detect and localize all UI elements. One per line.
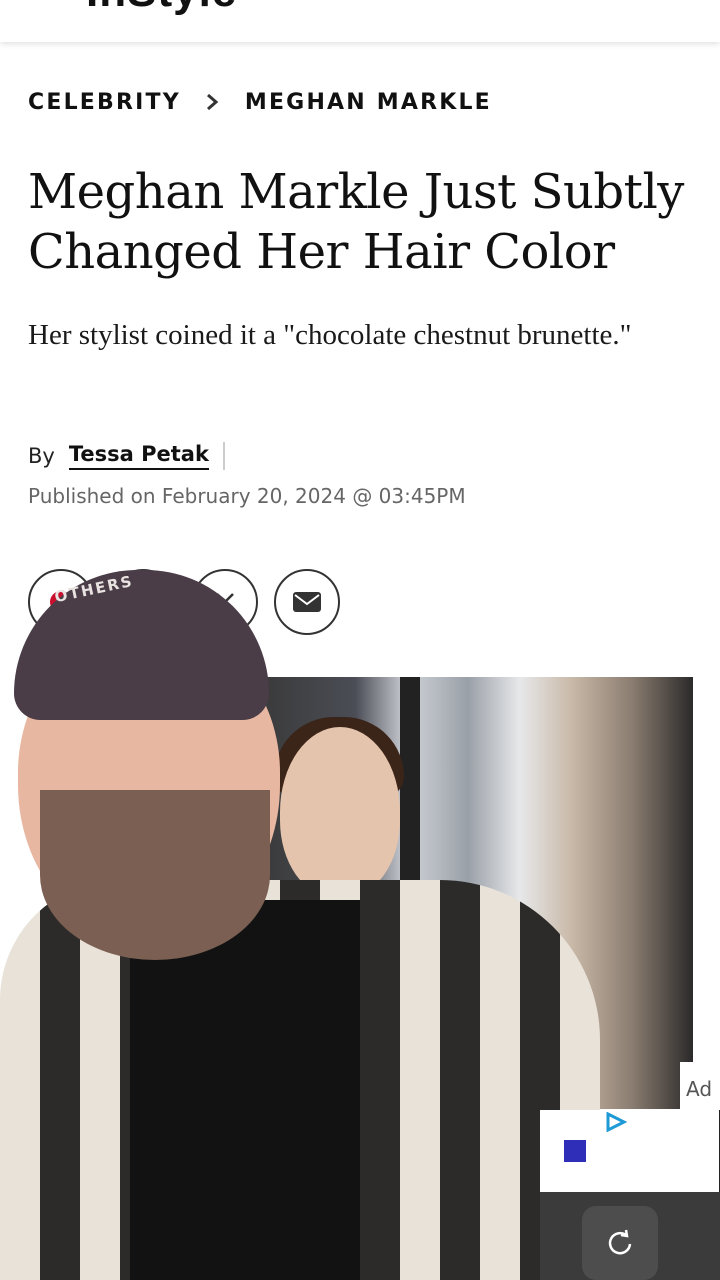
creator-video-overlay: OTHERS [0, 570, 600, 1280]
creator-beard [40, 790, 270, 960]
refresh-icon [608, 1229, 632, 1255]
author-link[interactable]: Tessa Petak [68, 442, 209, 470]
adchoices-icon[interactable] [604, 1112, 628, 1132]
baseball-cap: OTHERS [14, 570, 269, 720]
ad-banner[interactable] [540, 1110, 720, 1192]
site-header: InStyle [0, 0, 720, 42]
breadcrumb: CELEBRITY MEGHAN MARKLE [28, 88, 492, 116]
chevron-right-icon [206, 93, 219, 111]
byline-divider [222, 442, 225, 470]
published-date: Published on February 20, 2024 @ 03:45PM [28, 484, 466, 508]
breadcrumb-item-meghan-markle[interactable]: MEGHAN MARKLE [245, 90, 492, 115]
article-subheadline: Her stylist coined it a "chocolate chest… [28, 319, 632, 351]
cap-logo: OTHERS [53, 571, 136, 607]
article-headline: Meghan Markle Just Subtly Changed Her Ha… [28, 164, 684, 280]
breadcrumb-item-celebrity[interactable]: CELEBRITY [28, 90, 181, 115]
byline: By Tessa Petak [28, 440, 225, 472]
ad-graphic [564, 1140, 586, 1162]
byline-prefix: By [28, 444, 55, 468]
video-controls [540, 1192, 720, 1280]
brand-logo[interactable]: InStyle [86, 0, 237, 14]
ad-label: Ad [680, 1062, 720, 1110]
refresh-button[interactable] [582, 1206, 658, 1280]
